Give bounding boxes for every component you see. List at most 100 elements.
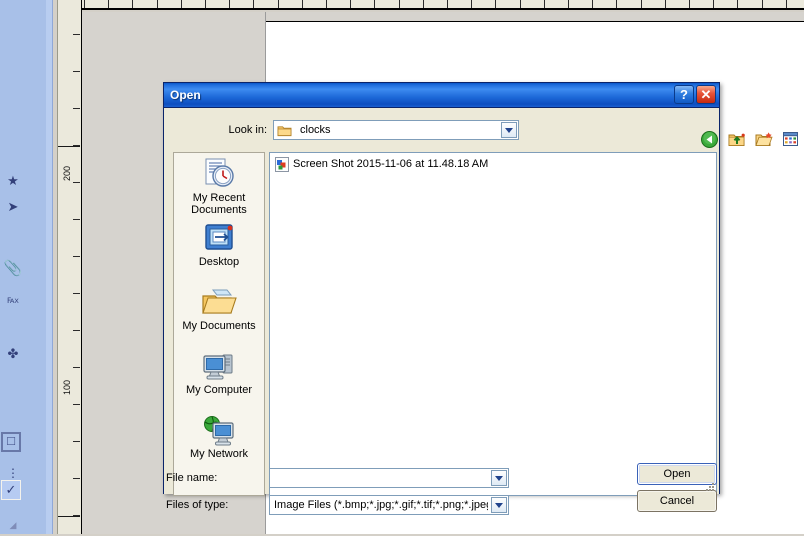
lookin-label: Look in:: [228, 124, 267, 136]
ruler-tick: [73, 108, 80, 109]
chevron-down-icon: [495, 475, 503, 481]
tool-palette-divider: [46, 0, 52, 534]
close-button[interactable]: ✕: [696, 85, 716, 104]
lookin-dropdown-arrow[interactable]: [501, 122, 517, 138]
chevron-down-icon: [495, 502, 503, 508]
ruler-tick: [544, 0, 545, 8]
ruler-label-200: 200: [62, 166, 72, 182]
crosshair-tool-icon[interactable]: ✤: [2, 343, 24, 365]
ruler-tick: [689, 0, 690, 8]
titlebar-buttons[interactable]: ? ✕: [674, 85, 716, 104]
rectangle-tool-icon[interactable]: □: [1, 432, 21, 452]
help-button[interactable]: ?: [674, 85, 694, 104]
ruler-tick: [399, 0, 400, 8]
ruler-tick: [447, 0, 448, 8]
place-label: My Network: [189, 448, 249, 460]
filetype-row: Files of type: Image Files (*.bmp;*.jpg;…: [164, 495, 717, 515]
ruler-tick: [713, 0, 714, 8]
place-my-recent-documents[interactable]: My Recent Documents: [174, 153, 264, 217]
lookin-row: Look in: clocks: [164, 118, 798, 148]
ruler-tick: [374, 0, 375, 8]
filetype-label: Files of type:: [166, 499, 229, 511]
dialog-action-buttons[interactable]: Open Cancel: [637, 463, 717, 517]
my-documents-icon: [201, 285, 237, 318]
ruler-tick: [350, 0, 351, 8]
ruler-tick: [423, 0, 424, 8]
place-my-computer[interactable]: My Computer: [174, 345, 264, 409]
dialog-title: Open: [170, 88, 201, 102]
text-tool-icon[interactable]: ℻: [2, 290, 24, 312]
ruler-tick: [495, 0, 496, 8]
ruler-tick: [665, 0, 666, 8]
up-one-level-button[interactable]: [726, 129, 747, 149]
back-arrow-icon: [701, 130, 718, 148]
filename-row: File name:: [164, 468, 717, 488]
folder-up-icon: [728, 133, 745, 146]
resize-grip[interactable]: [706, 481, 716, 491]
place-label: My Computer: [185, 384, 253, 396]
place-label: My Documents: [182, 320, 256, 332]
file-name-label: Screen Shot 2015-11-06 at 11.48.18 AM: [293, 158, 489, 170]
ruler-tick: [108, 0, 109, 8]
place-label: Desktop: [198, 256, 240, 268]
back-button[interactable]: [699, 129, 720, 149]
ruler-tick: [181, 0, 182, 8]
chevron-down-icon: [505, 127, 513, 133]
filetype-combobox[interactable]: Image Files (*.bmp;*.jpg;*.gif;*.tif;*.p…: [269, 495, 509, 515]
filetype-value: Image Files (*.bmp;*.jpg;*.gif;*.tif;*.p…: [274, 499, 488, 511]
filename-combobox[interactable]: [269, 468, 509, 488]
new-folder-button[interactable]: [753, 129, 774, 149]
ruler-tick: [73, 441, 80, 442]
folder-icon: [277, 125, 292, 136]
ruler-tick: [616, 0, 617, 8]
ruler-tick: [229, 0, 230, 8]
filename-dropdown-arrow[interactable]: [491, 470, 507, 486]
check-tool-icon[interactable]: ✓: [1, 480, 21, 500]
ruler-tick: [73, 478, 80, 479]
cancel-button[interactable]: Cancel: [637, 490, 717, 512]
ruler-tick-major: [58, 516, 80, 517]
file-list[interactable]: Screen Shot 2015-11-06 at 11.48.18 AM: [269, 152, 717, 496]
place-my-network[interactable]: My Network: [174, 409, 264, 473]
ruler-tick: [73, 256, 80, 257]
file-list-item[interactable]: Screen Shot 2015-11-06 at 11.48.18 AM: [270, 156, 716, 172]
place-my-documents[interactable]: My Documents: [174, 281, 264, 345]
horizontal-ruler: [80, 0, 804, 10]
ruler-tick: [132, 0, 133, 8]
ruler-tick: [326, 0, 327, 8]
ruler-tick: [157, 0, 158, 8]
new-folder-icon: [754, 131, 773, 146]
star-tool-icon[interactable]: ★: [2, 170, 24, 192]
filename-input[interactable]: [270, 470, 491, 486]
ruler-tick: [641, 0, 642, 8]
desktop-icon: [203, 221, 235, 254]
lookin-combobox[interactable]: clocks: [273, 120, 519, 140]
ruler-tick: [592, 0, 593, 8]
image-file-icon: [275, 156, 289, 172]
ruler-tick: [786, 0, 787, 8]
ruler-tick: [73, 293, 80, 294]
ruler-tick: [568, 0, 569, 8]
ruler-tick: [253, 0, 254, 8]
misc-tool-icon[interactable]: ◢: [2, 514, 24, 536]
ruler-tick: [73, 330, 80, 331]
recent-documents-icon: [202, 157, 236, 190]
lookin-value: clocks: [300, 124, 331, 136]
place-desktop[interactable]: Desktop: [174, 217, 264, 281]
ruler-tick: [73, 367, 80, 368]
navigation-toolbar[interactable]: [699, 128, 804, 150]
views-button[interactable]: [780, 129, 801, 149]
pointer-tool-icon[interactable]: ➤: [2, 196, 24, 218]
open-button[interactable]: Open: [637, 463, 717, 485]
tool-palette[interactable]: ★ ➤ 📎 ℻ ✤ □ ⋮ ✓ ◢: [0, 0, 53, 534]
ruler-tick: [737, 0, 738, 8]
place-label: My Recent Documents: [191, 192, 247, 216]
filetype-dropdown-arrow[interactable]: [491, 497, 507, 513]
dialog-titlebar[interactable]: Open ? ✕: [164, 83, 719, 108]
ruler-tick: [762, 0, 763, 8]
ruler-tick-major: [58, 146, 80, 147]
open-file-dialog[interactable]: Open ? ✕ Look in: clocks My Recent Docum…: [163, 82, 798, 515]
paperclip-tool-icon[interactable]: 📎: [2, 258, 24, 280]
places-bar[interactable]: My Recent Documents Desktop My Documents…: [173, 152, 265, 496]
ruler-tick: [302, 0, 303, 8]
